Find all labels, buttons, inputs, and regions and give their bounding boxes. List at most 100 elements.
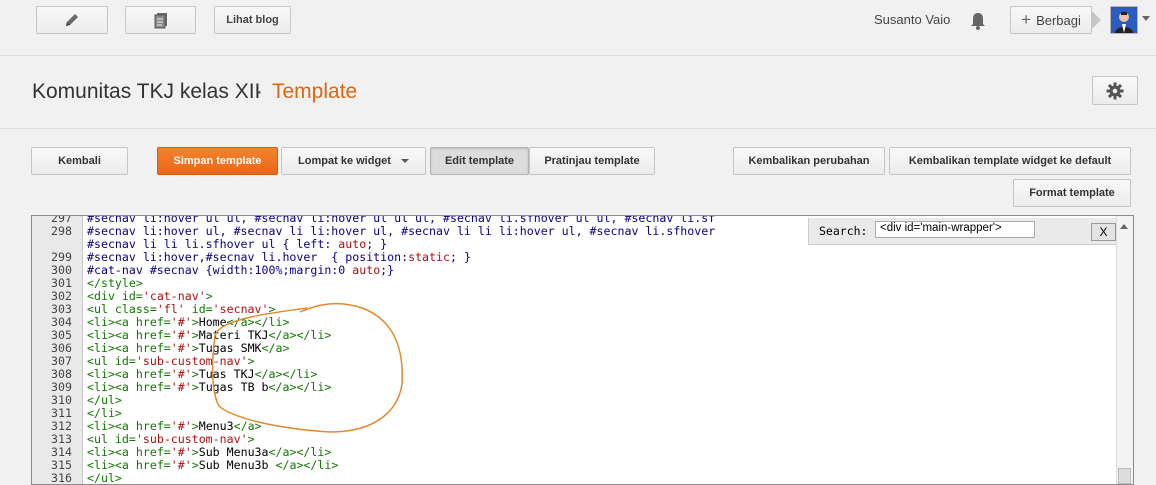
code-token: href= — [135, 341, 171, 355]
code-token: <div — [87, 289, 122, 303]
code-token: > — [191, 341, 199, 355]
line-number: 298 — [51, 224, 72, 238]
code-token: id= — [184, 302, 213, 316]
code-line[interactable]: </ul> — [87, 472, 122, 485]
code-token: <ul — [87, 302, 115, 316]
code-token: href= — [135, 445, 171, 459]
chevron-down-icon — [400, 159, 409, 163]
code-token: href= — [135, 367, 171, 381]
code-token: #secnav li:hover,#secnav li.hover { posi… — [87, 250, 409, 264]
code-token: '#' — [170, 328, 192, 342]
code-token: class= — [114, 302, 157, 316]
search-input[interactable]: <div id='main-wrapper'> — [875, 221, 1035, 238]
settings-button[interactable] — [1092, 76, 1138, 105]
code-token: ; } — [366, 237, 388, 251]
code-token: </a></li> — [254, 367, 318, 381]
code-token: > — [191, 458, 199, 472]
code-token: ;} — [380, 263, 395, 277]
top-bar: Lihat blog Susanto Vaio + Berbagi — [0, 0, 1156, 56]
revert-changes-button[interactable]: Kembalikan perubahan — [733, 147, 885, 175]
gear-icon — [1106, 82, 1124, 99]
code-token: </a></li> — [275, 458, 339, 472]
blog-title[interactable]: Komunitas TKJ kelas XII — [32, 80, 260, 104]
code-token: '#' — [170, 315, 192, 329]
new-post-button[interactable] — [36, 6, 108, 34]
user-photo-icon — [1111, 7, 1137, 33]
revert-widgets-default-button[interactable]: Kembalikan template widget ke default — [889, 147, 1131, 175]
code-token: href= — [135, 419, 171, 433]
line-number: 316 — [51, 471, 72, 485]
code-token: 'fl' — [156, 302, 185, 316]
code-token: href= — [135, 315, 171, 329]
code-token: > — [191, 328, 199, 342]
code-token: Tuas TKJ — [198, 367, 255, 381]
share-label: Berbagi — [1036, 12, 1081, 28]
code-token: <li><a — [87, 328, 136, 342]
code-token: </a> — [233, 419, 262, 433]
share-button[interactable]: + Berbagi — [1010, 6, 1092, 34]
code-token: </li> — [87, 406, 122, 420]
code-token: <li><a — [87, 380, 136, 394]
page-title: Template — [272, 80, 358, 103]
code-token: Sub Menu3a — [198, 445, 269, 459]
search-label: Search: — [819, 224, 868, 238]
code-token: <li><a — [87, 367, 136, 381]
plus-icon: + — [1021, 10, 1032, 29]
vertical-scrollbar[interactable] — [1116, 216, 1133, 484]
code-token: '#' — [170, 445, 192, 459]
code-token: </a></li> — [268, 328, 332, 342]
code-token: Tugas SMK — [198, 341, 262, 355]
search-panel: Search: <div id='main-wrapper'> X — [808, 218, 1133, 245]
code-token: #cat-nav #secnav {width:100%;margin:0 — [87, 263, 353, 277]
avatar[interactable] — [1110, 6, 1138, 34]
code-token: Sub Menu3b — [198, 458, 276, 472]
share-count-arrow-icon — [1092, 11, 1101, 29]
jump-to-widget-dropdown[interactable]: Lompat ke widget — [281, 147, 426, 175]
pencil-icon — [66, 14, 78, 26]
bell-icon[interactable] — [968, 11, 988, 31]
scroll-thumb[interactable] — [1118, 468, 1131, 484]
close-search-button[interactable]: X — [1091, 223, 1116, 241]
code-token: </ul> — [87, 471, 122, 485]
line-number-gutter: 297 298 299 300 301 302 303 304 305 306 307 308 309 3… — [32, 216, 83, 484]
code-token: id= — [114, 354, 136, 368]
code-token: </a></li> — [268, 445, 332, 459]
document-icon — [154, 13, 167, 29]
title-separator: · — [256, 80, 263, 103]
code-token: '#' — [170, 419, 192, 433]
back-button[interactable]: Kembali — [31, 147, 128, 175]
format-template-button[interactable]: Format template — [1013, 179, 1131, 207]
code-token: <ul — [87, 432, 115, 446]
code-editor[interactable]: 297 298 299 300 301 302 303 304 305 306 307 308 309 3… — [31, 215, 1134, 485]
code-token: > — [247, 354, 255, 368]
code-token: 'secnav' — [212, 302, 269, 316]
code-token: ; } — [449, 250, 471, 264]
jump-to-widget-label: Lompat ke widget — [298, 155, 391, 167]
code-token: > — [191, 380, 199, 394]
code-line[interactable]: <li><a href='#'>Sub Menu3b </a></li> — [87, 459, 338, 472]
preview-template-tab[interactable]: Pratinjau template — [529, 147, 655, 175]
code-token: '#' — [170, 341, 192, 355]
code-token: 'sub-custom-nav' — [135, 432, 248, 446]
code-token: </a> — [261, 341, 290, 355]
code-token: > — [191, 419, 199, 433]
code-token: <li><a — [87, 458, 136, 472]
scroll-up-icon[interactable] — [1120, 224, 1128, 229]
code-token: '#' — [170, 380, 192, 394]
code-token: <li><a — [87, 315, 136, 329]
user-name[interactable]: Susanto Vaio — [874, 12, 950, 27]
code-line[interactable]: <li><a href='#'>Tugas TB b</a></li> — [87, 381, 331, 394]
save-template-button[interactable]: Simpan template — [157, 147, 278, 175]
account-menu-caret-icon[interactable] — [1142, 16, 1150, 21]
code-token: id= — [121, 289, 143, 303]
code-token: Materi TKJ — [198, 328, 269, 342]
code-token: </a></li> — [268, 380, 332, 394]
code-token: href= — [135, 458, 171, 472]
edit-template-tab[interactable]: Edit template — [430, 147, 529, 175]
code-token: '#' — [170, 458, 192, 472]
view-blog-button[interactable]: Lihat blog — [214, 6, 291, 34]
code-token: 'sub-custom-nav' — [135, 354, 248, 368]
code-token: Home — [198, 315, 227, 329]
code-token: > — [247, 432, 255, 446]
posts-list-button[interactable] — [125, 6, 196, 34]
